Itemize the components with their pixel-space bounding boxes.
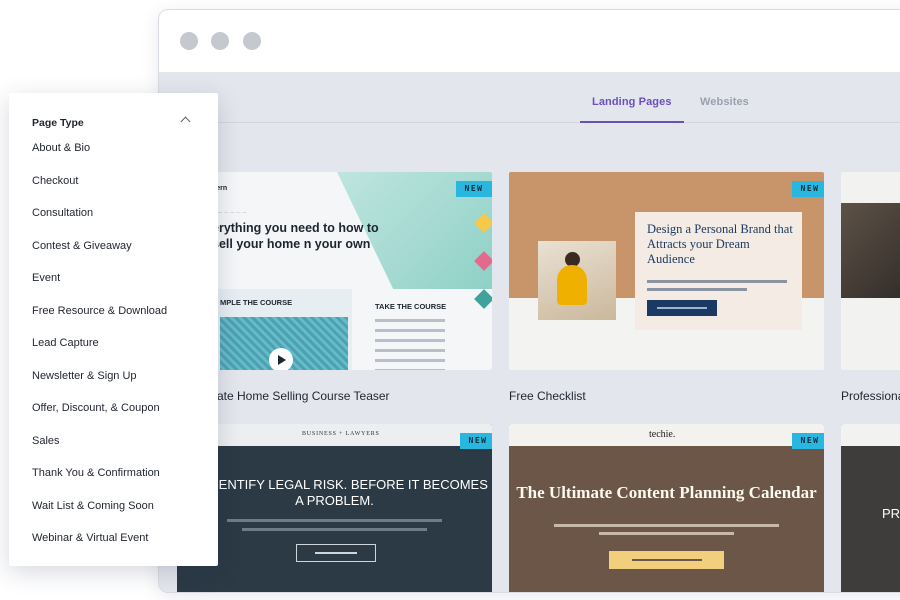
browser-window: Landing Pages Websites dern — — — — — — …	[158, 9, 900, 593]
card-title: Free Checklist	[509, 389, 586, 403]
card-headline: erything you need to how to sell your ho…	[212, 221, 379, 251]
page-type-header[interactable]: Page Type	[32, 113, 195, 129]
course-panel-title: TAKE THE COURSE	[375, 302, 447, 311]
card-headline: WE IDENTIFY LEGAL RISK. BEFORE IT BECOME…	[181, 477, 488, 508]
template-card-free-checklist[interactable]: Design a Personal Brand that Attracts yo…	[509, 172, 824, 370]
card-topbar-text: techie.	[649, 429, 676, 440]
card-topbar: techie.	[509, 424, 824, 446]
page-type-dropdown: Page Type About & Bio Checkout Consultat…	[9, 93, 218, 566]
card-topbar: BUSINESS + LAWYERS	[177, 424, 492, 446]
card-text-box: Design a Personal Brand that Attracts yo…	[635, 212, 802, 330]
page-type-option-consultation[interactable]: Consultation	[32, 207, 167, 240]
new-badge: NEW	[460, 433, 492, 449]
text-line	[554, 524, 779, 527]
text-line	[242, 528, 427, 531]
template-card-pr[interactable]: PR	[841, 424, 900, 592]
page-type-list: About & Bio Checkout Consultation Contes…	[32, 142, 167, 565]
template-tabs: Landing Pages Websites	[159, 72, 900, 123]
new-badge: NEW	[792, 181, 824, 197]
card-title: ate Home Selling Course Teaser	[217, 389, 390, 403]
page-type-option-contest-giveaway[interactable]: Contest & Giveaway	[32, 240, 167, 273]
template-card-legal[interactable]: BUSINESS + LAWYERS WE IDENTIFY LEGAL RIS…	[177, 424, 492, 592]
page-type-option-free-resource[interactable]: Free Resource & Download	[32, 305, 167, 338]
new-badge: NEW	[792, 433, 824, 449]
tab-landing-pages[interactable]: Landing Pages	[580, 96, 684, 123]
template-card-content-calendar[interactable]: techie. The Ultimate Content Planning Ca…	[509, 424, 824, 592]
play-icon	[269, 348, 293, 370]
page-type-option-webinar[interactable]: Webinar & Virtual Event	[32, 532, 167, 565]
page-type-option-checkout[interactable]: Checkout	[32, 175, 167, 208]
course-list-lines	[375, 319, 445, 370]
tab-label: Landing Pages	[592, 96, 672, 108]
card-title: Professiona	[841, 389, 900, 403]
card-headline: The Ultimate Content Planning Calendar	[516, 483, 817, 502]
sample-panel-title: MPLE THE COURSE	[220, 298, 293, 307]
page-type-option-thank-you[interactable]: Thank You & Confirmation	[32, 467, 167, 500]
page-type-option-sales[interactable]: Sales	[32, 435, 167, 468]
tab-websites[interactable]: Websites	[700, 96, 749, 108]
page-type-option-newsletter[interactable]: Newsletter & Sign Up	[32, 370, 167, 403]
card-topbar-text: BUSINESS + LAWYERS	[302, 431, 380, 437]
template-gallery: dern — — — — — — erything you need to ho…	[159, 123, 900, 592]
browser-chrome	[159, 10, 900, 73]
chevron-up-icon[interactable]	[180, 116, 191, 127]
card-cta-button	[296, 544, 376, 562]
card-cta-button	[647, 300, 717, 316]
page-type-title: Page Type	[32, 117, 84, 129]
window-dot-close	[180, 32, 198, 50]
template-card-home-selling[interactable]: dern — — — — — — erything you need to ho…	[177, 172, 492, 370]
window-dot-minimize	[211, 32, 229, 50]
text-line	[647, 288, 747, 291]
card-headline: Design a Personal Brand that Attracts yo…	[647, 222, 793, 266]
card-topbar	[841, 424, 900, 446]
card-headline: PR	[882, 506, 900, 521]
template-card-professional[interactable]	[841, 172, 900, 370]
tab-label: Websites	[700, 96, 749, 108]
window-dot-maximize	[243, 32, 261, 50]
page-type-option-offer[interactable]: Offer, Discount, & Coupon	[32, 402, 167, 435]
page-type-option-event[interactable]: Event	[32, 272, 167, 305]
page-type-option-wait-list[interactable]: Wait List & Coming Soon	[32, 500, 167, 533]
text-line	[227, 519, 442, 522]
page-type-option-lead-capture[interactable]: Lead Capture	[32, 337, 167, 370]
plant-image	[841, 203, 900, 298]
page-type-option-about-bio[interactable]: About & Bio	[32, 142, 167, 175]
new-badge: NEW	[456, 181, 492, 197]
person-body	[557, 265, 587, 305]
card-cta-button	[609, 551, 724, 569]
card-course-panel: TAKE THE COURSE	[367, 289, 492, 370]
text-line	[647, 280, 787, 283]
text-line	[599, 532, 734, 535]
